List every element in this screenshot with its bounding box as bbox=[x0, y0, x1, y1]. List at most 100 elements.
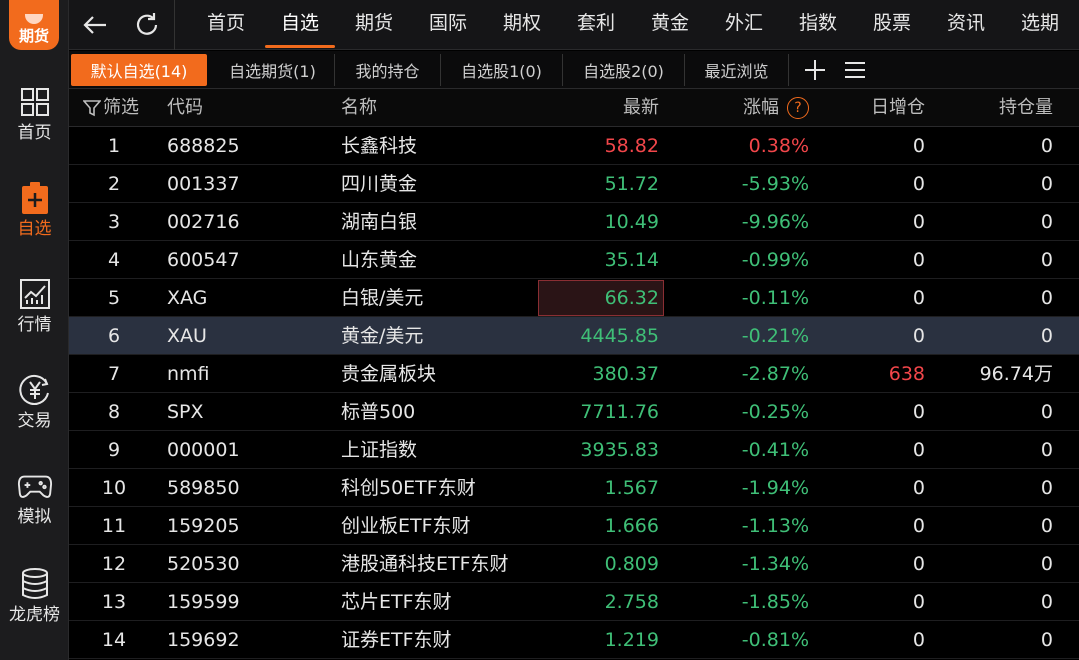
database-icon bbox=[17, 566, 53, 602]
menu-item-international[interactable]: 国际 bbox=[411, 0, 485, 50]
row-price: 4445.85 bbox=[580, 325, 659, 347]
menu-item-index[interactable]: 指数 bbox=[781, 0, 855, 50]
row-price: 66.32 bbox=[604, 287, 659, 309]
row-name: 创业板ETF东财 bbox=[341, 515, 471, 537]
row-index: 6 bbox=[107, 325, 121, 347]
table-row[interactable]: 3 002716 湖南白银 10.49 -9.96% 0 0 bbox=[69, 203, 1079, 241]
row-change: 0.38% bbox=[748, 135, 809, 157]
row-price: 51.72 bbox=[604, 173, 659, 195]
row-oi: 0 bbox=[1040, 591, 1053, 613]
menu-item-home[interactable]: 首页 bbox=[189, 0, 263, 50]
sidebar-item-label: 模拟 bbox=[17, 507, 52, 527]
sidebar-item-trade[interactable]: 交易 bbox=[0, 372, 69, 431]
row-oi: 0 bbox=[1040, 515, 1053, 537]
row-index: 3 bbox=[107, 211, 121, 233]
plus-icon bbox=[805, 60, 825, 80]
row-index: 12 bbox=[101, 553, 127, 575]
sidebar-item-simulate[interactable]: 模拟 bbox=[0, 468, 69, 527]
tab-stock-list-2[interactable]: 自选股2(0) bbox=[563, 54, 685, 86]
tab-my-positions[interactable]: 我的持仓 bbox=[335, 54, 441, 86]
row-oi: 0 bbox=[1040, 553, 1053, 575]
row-change: -9.96% bbox=[741, 211, 809, 233]
table-row[interactable]: 14 159692 证券ETF东财 1.219 -0.81% 0 0 bbox=[69, 621, 1079, 659]
filter-button[interactable]: 筛选 bbox=[83, 89, 139, 127]
row-code: 520530 bbox=[167, 553, 240, 575]
app-logo[interactable]: 期货 bbox=[9, 0, 59, 50]
table-header: 筛选 代码 名称 最新 涨幅 ? 日增仓 持仓量 bbox=[69, 89, 1079, 127]
menu-item-forex[interactable]: 外汇 bbox=[707, 0, 781, 50]
tab-recent[interactable]: 最近浏览 bbox=[685, 54, 789, 86]
table-row[interactable]: 10 589850 科创50ETF东财 1.567 -1.94% 0 0 bbox=[69, 469, 1079, 507]
table-row[interactable]: 7 nmfi 贵金属板块 380.37 -2.87% 638 96.74万 bbox=[69, 355, 1079, 393]
row-daily-oi: 0 bbox=[912, 401, 925, 423]
header-change[interactable]: 涨幅 ? bbox=[679, 89, 809, 127]
row-daily-oi: 0 bbox=[912, 439, 925, 461]
table-row[interactable]: 5 XAG 白银/美元 66.32 -0.11% 0 0 bbox=[69, 279, 1079, 317]
header-code[interactable]: 代码 bbox=[167, 89, 203, 127]
row-code: 000001 bbox=[167, 439, 240, 461]
row-name: 标普500 bbox=[341, 401, 416, 423]
table-row[interactable]: 11 159205 创业板ETF东财 1.666 -1.13% 0 0 bbox=[69, 507, 1079, 545]
menu-item-futures[interactable]: 期货 bbox=[337, 0, 411, 50]
table-row[interactable]: 4 600547 山东黄金 35.14 -0.99% 0 0 bbox=[69, 241, 1079, 279]
filter-icon bbox=[83, 100, 101, 117]
row-change: -0.81% bbox=[741, 629, 809, 651]
tab-menu-button[interactable] bbox=[839, 54, 871, 86]
row-code: 600547 bbox=[167, 249, 240, 271]
sidebar-item-home[interactable]: 首页 bbox=[0, 84, 69, 143]
row-daily-oi: 0 bbox=[912, 553, 925, 575]
add-tab-button[interactable] bbox=[799, 54, 831, 86]
tab-default-watchlist[interactable]: 默认自选(14) bbox=[71, 54, 207, 86]
row-oi: 0 bbox=[1040, 287, 1053, 309]
tab-stock-list-1[interactable]: 自选股1(0) bbox=[441, 54, 563, 86]
row-code: 159205 bbox=[167, 515, 240, 537]
header-price[interactable]: 最新 bbox=[539, 89, 659, 127]
row-oi: 0 bbox=[1040, 173, 1053, 195]
help-icon[interactable]: ? bbox=[787, 97, 809, 119]
table-row[interactable]: 13 159599 芯片ETF东财 2.758 -1.85% 0 0 bbox=[69, 583, 1079, 621]
menu-item-watchlist[interactable]: 自选 bbox=[263, 0, 337, 50]
row-price: 380.37 bbox=[592, 363, 659, 385]
table-row[interactable]: 9 000001 上证指数 3935.83 -0.41% 0 0 bbox=[69, 431, 1079, 469]
row-name: 科创50ETF东财 bbox=[341, 477, 476, 499]
menu-item-select[interactable]: 选期 bbox=[1003, 0, 1077, 50]
row-change: -0.41% bbox=[741, 439, 809, 461]
table-body: 1 688825 长鑫科技 58.82 0.38% 0 0 2 001337 四川黄金 51.72-… bbox=[69, 127, 1079, 659]
row-price: 35.14 bbox=[604, 249, 659, 271]
row-change: -0.25% bbox=[741, 401, 809, 423]
menu-item-arbitrage[interactable]: 套利 bbox=[559, 0, 633, 50]
menu-item-news[interactable]: 资讯 bbox=[929, 0, 1003, 50]
menu-item-gold[interactable]: 黄金 bbox=[633, 0, 707, 50]
menu-item-options[interactable]: 期权 bbox=[485, 0, 559, 50]
table-row[interactable]: 8 SPX 标普500 7711.76 -0.25% 0 0 bbox=[69, 393, 1079, 431]
sidebar-item-watchlist[interactable]: 自选 bbox=[0, 180, 69, 239]
sidebar-item-rank[interactable]: 龙虎榜 bbox=[0, 566, 69, 625]
header-name[interactable]: 名称 bbox=[341, 89, 377, 127]
row-price: 1.666 bbox=[604, 515, 659, 537]
row-change: -5.93% bbox=[741, 173, 809, 195]
table-row[interactable]: 12 520530 港股通科技ETF东财 0.809 -1.34% 0 0 bbox=[69, 545, 1079, 583]
row-oi: 0 bbox=[1040, 135, 1053, 157]
row-price: 3935.83 bbox=[580, 439, 659, 461]
refresh-button[interactable] bbox=[131, 9, 163, 41]
table-row[interactable]: 1 688825 长鑫科技 58.82 0.38% 0 0 bbox=[69, 127, 1079, 165]
yuan-icon bbox=[17, 372, 53, 408]
table-row[interactable]: 2 001337 四川黄金 51.72 -5.93% 0 0 bbox=[69, 165, 1079, 203]
row-daily-oi: 0 bbox=[912, 591, 925, 613]
row-code: 159599 bbox=[167, 591, 240, 613]
row-index: 11 bbox=[101, 515, 127, 537]
header-daily-oi[interactable]: 日增仓 bbox=[829, 89, 925, 127]
menu-item-stocks[interactable]: 股票 bbox=[855, 0, 929, 50]
sidebar-item-market[interactable]: 行情 bbox=[0, 276, 69, 335]
row-change: -1.85% bbox=[741, 591, 809, 613]
back-button[interactable] bbox=[79, 9, 111, 41]
logo-mark-icon bbox=[25, 14, 43, 24]
row-index: 8 bbox=[107, 401, 121, 423]
left-sidebar: 期货 首页 自选 行情 交易 模拟 龙虎榜 bbox=[0, 0, 69, 660]
row-name: 山东黄金 bbox=[341, 249, 418, 271]
row-change: -0.99% bbox=[741, 249, 809, 271]
tab-futures-watchlist[interactable]: 自选期货(1) bbox=[211, 54, 335, 86]
header-oi[interactable]: 持仓量 bbox=[939, 89, 1053, 127]
row-price: 2.758 bbox=[604, 591, 659, 613]
table-row[interactable]: 6 XAU 黄金/美元 4445.85 -0.21% 0 0 bbox=[69, 317, 1079, 355]
